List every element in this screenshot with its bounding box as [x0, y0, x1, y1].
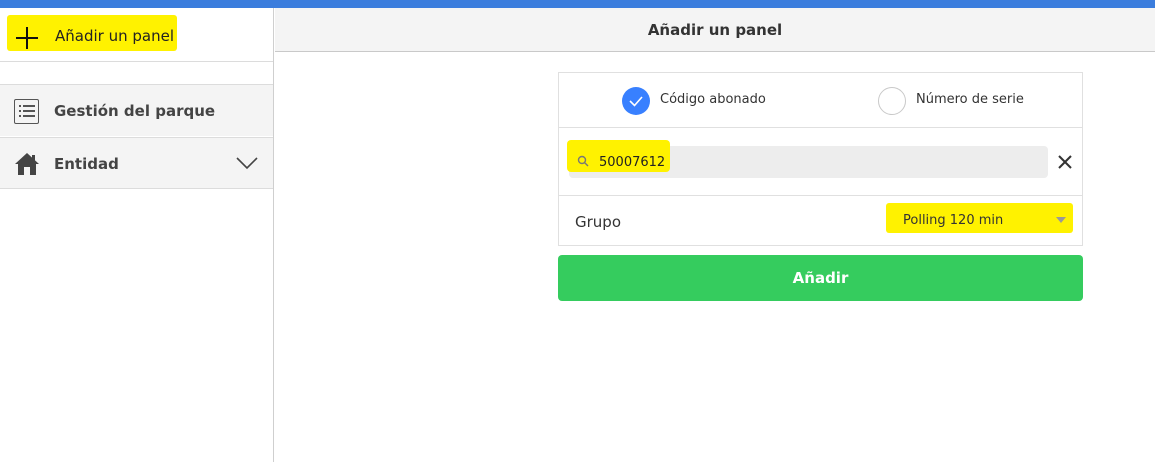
radio-codigo-abonado[interactable] [622, 87, 650, 115]
chevron-down-icon[interactable] [236, 156, 258, 170]
radio-label-numero-serie[interactable]: Número de serie [916, 92, 1024, 107]
group-select-value[interactable]: Polling 120 min [903, 213, 1003, 228]
mode-radio-group: Código abonado Número de serie [559, 73, 1082, 128]
dropdown-caret-icon[interactable] [1056, 217, 1066, 223]
top-accent-bar [0, 0, 1155, 8]
radio-numero-serie[interactable] [878, 87, 906, 115]
add-panel-form: Código abonado Número de serie Grupo Pol… [558, 72, 1083, 246]
sidebar-divider [0, 61, 273, 85]
radio-label-codigo-abonado[interactable]: Código abonado [660, 92, 766, 107]
search-row [559, 129, 1082, 196]
group-label: Grupo [575, 213, 621, 231]
sidebar-item-label: Gestión del parque [54, 102, 216, 120]
add-panel-menu-item[interactable]: Añadir un panel [0, 8, 273, 62]
search-icon [577, 155, 589, 167]
home-icon [15, 153, 39, 175]
close-icon[interactable] [1056, 153, 1074, 171]
add-button[interactable]: Añadir [558, 255, 1083, 301]
add-panel-label: Añadir un panel [55, 27, 174, 45]
sidebar: Añadir un panel Gestión del parque Entid… [0, 8, 274, 462]
sidebar-item-label: Entidad [54, 155, 119, 173]
check-icon [629, 96, 643, 107]
search-input[interactable] [599, 155, 799, 170]
sidebar-item-entidad[interactable]: Entidad [0, 137, 273, 189]
list-icon [14, 99, 39, 124]
sidebar-item-gestion-parque[interactable]: Gestión del parque [0, 84, 273, 136]
group-row: Grupo Polling 120 min [559, 197, 1082, 245]
main-header: Añadir un panel [275, 8, 1155, 52]
page-title: Añadir un panel [647, 21, 783, 39]
plus-icon [16, 27, 38, 49]
